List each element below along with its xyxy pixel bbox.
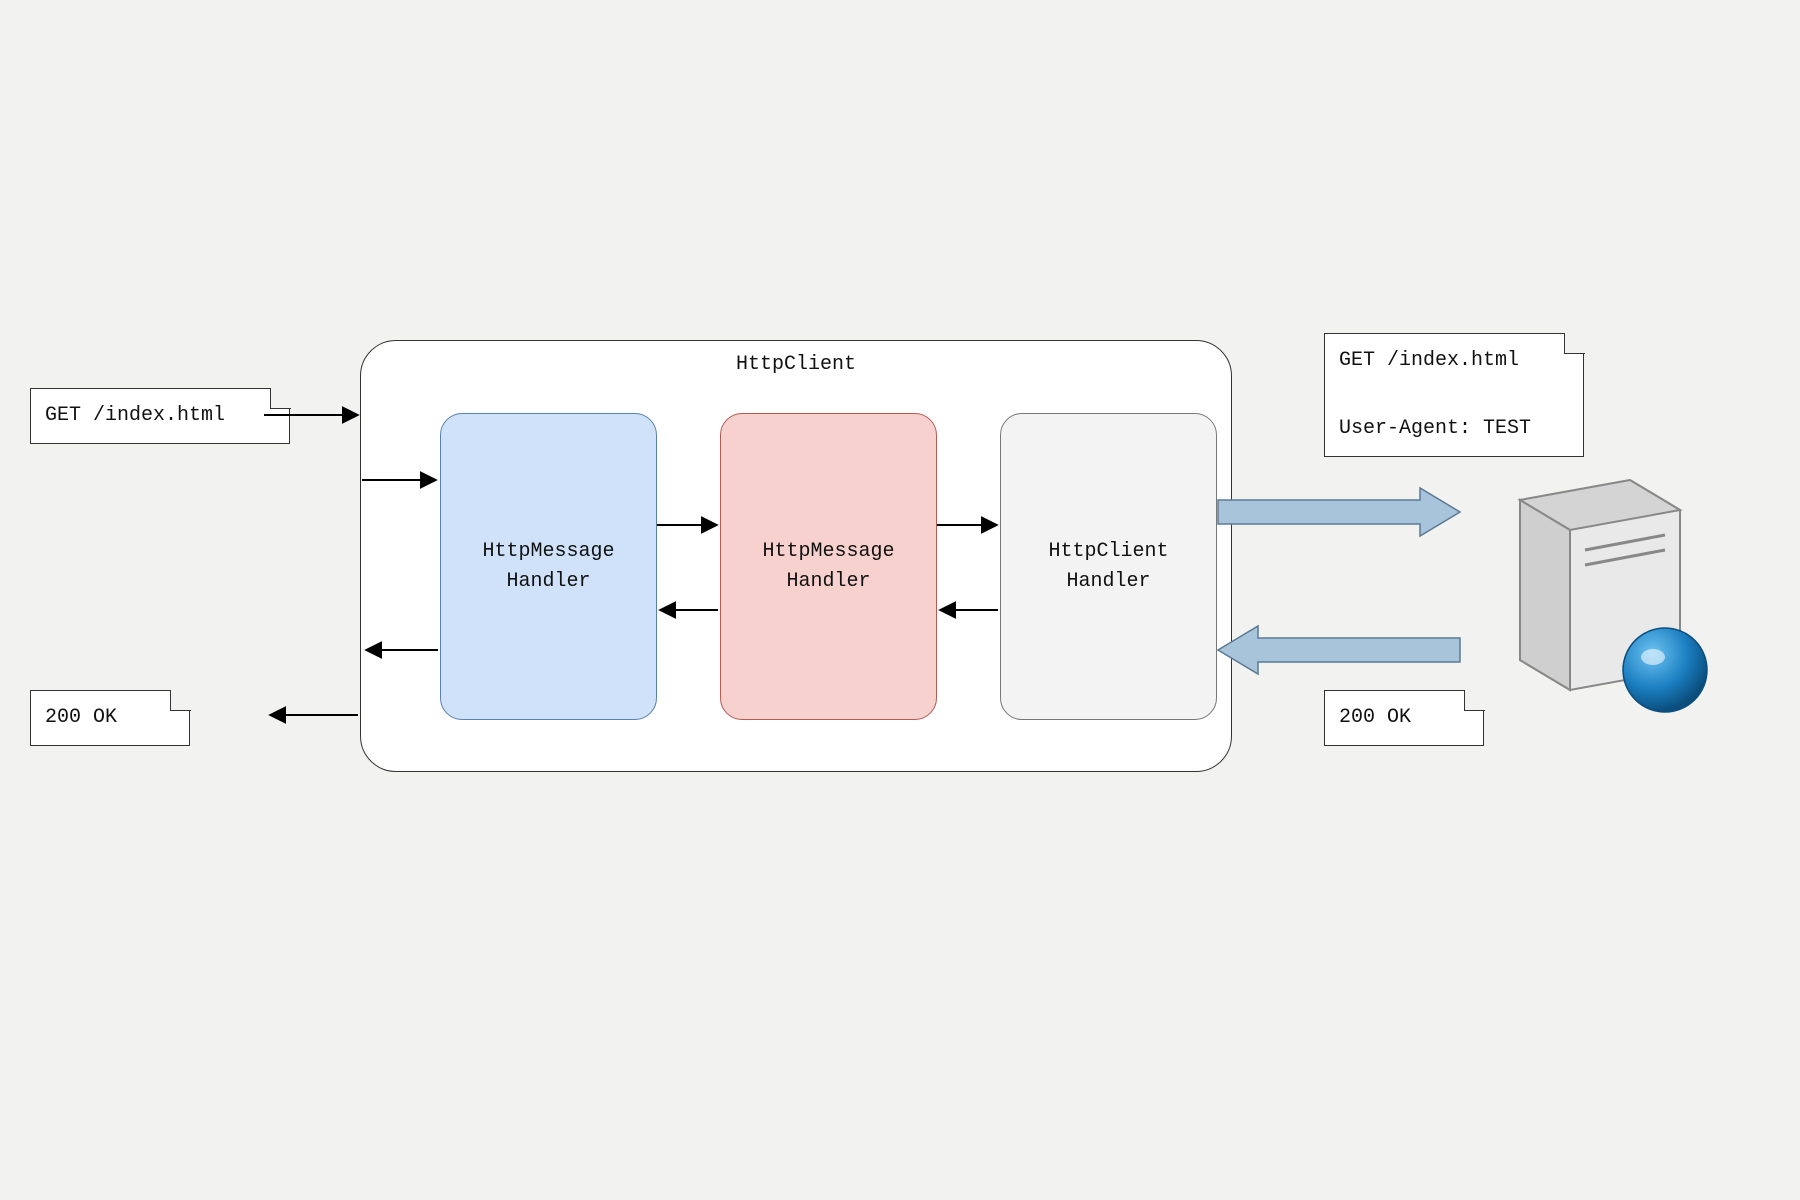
diagram-canvas: HttpClient HttpMessage Handler HttpMessa… — [0, 0, 1800, 1200]
handler-1-label: HttpMessage Handler — [482, 537, 614, 597]
note-right-request: GET /index.html User-Agent: TEST — [1324, 333, 1584, 457]
note-left-response: 200 OK — [30, 690, 190, 746]
note-right-response-text: 200 OK — [1339, 706, 1411, 729]
handler-2: HttpMessage Handler — [720, 413, 937, 720]
note-left-request-text: GET /index.html — [45, 404, 225, 427]
httpclient-title: HttpClient — [361, 353, 1231, 376]
handler-1: HttpMessage Handler — [440, 413, 657, 720]
handler-2-label: HttpMessage Handler — [762, 537, 894, 597]
big-arrow-in — [1218, 626, 1460, 674]
note-right-request-text: GET /index.html User-Agent: TEST — [1339, 349, 1531, 440]
note-left-request: GET /index.html — [30, 388, 290, 444]
server-icon — [1520, 480, 1707, 712]
note-right-response: 200 OK — [1324, 690, 1484, 746]
big-arrow-out — [1218, 488, 1460, 536]
note-left-response-text: 200 OK — [45, 706, 117, 729]
handler-3-label: HttpClient Handler — [1048, 537, 1168, 597]
handler-3: HttpClient Handler — [1000, 413, 1217, 720]
